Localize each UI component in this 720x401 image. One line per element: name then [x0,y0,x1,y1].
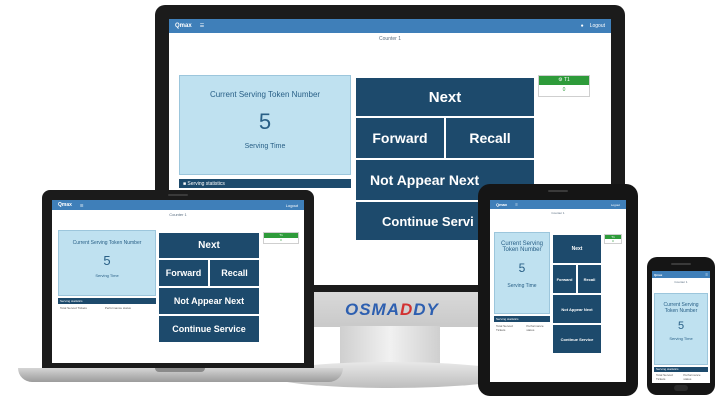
laptop-screen: Qmax ☰ Logout Counter 1 Current Serving … [52,200,304,363]
next-button[interactable]: Next [355,77,535,117]
brand-part2: D [400,300,414,319]
laptop-stats-col-served: Total Served Tickets [60,306,87,310]
laptop-stats-col-performance: Performance status [104,306,131,310]
phone-serving-time: Serving Time [669,336,693,341]
phone-counter-label: Counter 1 [674,280,688,284]
laptop-stats-columns: Total Served Tickets Performance status [58,305,156,311]
user-icon[interactable]: ● [581,23,584,29]
device-mockup-stage: Qmax ☰ ● Logout Counter 1 Current Servin… [0,0,720,401]
phone-stats-col-served: Total Served Tickets [656,373,673,381]
stats-title: Serving statistics [187,181,225,187]
recall-button[interactable]: Recall [445,117,535,159]
counter-indicator: ⚙ T1 0 [538,75,590,97]
token-card: Current Serving Token Number 5 Serving T… [179,75,351,175]
token-title: Current Serving Token Number [209,90,321,99]
tablet-app-bar: Qmax ☰ Logout [490,200,626,209]
laptop-next-button[interactable]: Next [158,232,260,259]
brand-logo: OSMADDY [345,300,438,320]
laptop-token-card: Current Serving Token Number 5 Serving T… [58,230,156,296]
laptop-app-bar: Qmax ☰ Logout [52,200,304,210]
tablet-token-card: Current Serving Token Number 5 Serving T… [494,232,550,314]
menu-icon[interactable]: ☰ [200,23,204,29]
laptop-app-logo: Qmax [58,202,72,208]
laptop-lid: Qmax ☰ Logout Counter 1 Current Serving … [42,190,314,370]
laptop-forward-button[interactable]: Forward [158,259,209,287]
logout-link[interactable]: Logout [590,23,605,29]
phone-home-button[interactable] [674,385,688,391]
tablet-token-title: Current Serving Token Number [500,241,544,253]
phone-device: Qmax ☰ Counter 1 Current Serving Token N… [647,257,715,395]
tablet-stats-bar: Serving statistics [494,316,550,322]
laptop-token-number: 5 [103,253,111,268]
tablet-menu-icon[interactable]: ☰ [515,203,518,207]
tablet-not-appear-button[interactable]: Not Appear Next [552,294,602,324]
tablet-camera [548,190,568,192]
laptop-logout-link[interactable]: Logout [286,203,298,208]
tablet-logout-link[interactable]: Logout [611,203,620,207]
laptop-notch [155,368,205,372]
phone-stats-columns: Total Served Tickets Performance status [654,373,708,381]
tablet-recall-button[interactable]: Recall [577,264,602,294]
laptop-counter-indicator: T1 0 [263,232,299,244]
tablet-app-logo: Qmax [496,202,508,207]
phone-token-card: Current Serving Token Number 5 Serving T… [654,293,708,365]
phone-speaker [671,263,691,265]
tablet-token-number: 5 [518,261,526,275]
laptop-indicator-value: 0 [280,238,282,242]
desktop-app-bar: Qmax ☰ ● Logout [169,19,611,33]
phone-menu-icon[interactable]: ☰ [705,273,708,277]
serving-stats-bar: ■ Serving statistics [179,179,351,188]
tablet-forward-button[interactable]: Forward [552,264,577,294]
tablet-indicator-value: 0 [612,239,614,243]
laptop-serving-time: Serving Time [95,273,119,278]
laptop-counter-label: Counter 1 [169,212,187,217]
phone-stats-bar: Serving statistics [654,367,708,372]
indicator-label: T1 [563,77,570,83]
tablet-counter-label: Counter 1 [551,211,565,215]
tablet-serving-time: Serving Time [507,283,537,289]
app-logo: Qmax [175,23,192,29]
laptop-token-title: Current Serving Token Number [72,240,142,246]
phone-app-logo: Qmax [654,272,663,277]
phone-stats-col-performance: Performance status [683,373,701,381]
tablet-counter-indicator: T1 0 [604,234,622,244]
laptop-recall-button[interactable]: Recall [209,259,260,287]
phone-stats-title: Serving statistics [656,367,679,371]
tablet-stats-col-served: Total Served Tickets [496,324,513,332]
tablet-continue-button[interactable]: Continue Service [552,324,602,354]
laptop-continue-button[interactable]: Continue Service [158,315,260,343]
laptop-stats-title: Serving statistics [60,299,83,303]
phone-screen: Qmax ☰ Counter 1 Current Serving Token N… [652,271,710,383]
laptop-menu-icon[interactable]: ☰ [80,203,84,208]
serving-time-label: Serving Time [244,143,286,150]
phone-token-number: 5 [677,320,685,332]
phone-token-title: Current Serving Token Number [663,302,699,314]
tablet-stats-columns: Total Served Tickets Performance status [494,323,550,333]
brand-part1: OSMA [345,300,400,319]
laptop-not-appear-button[interactable]: Not Appear Next [158,287,260,315]
phone-app-bar: Qmax ☰ [652,271,710,278]
laptop-indicator-label: T1 [279,233,283,237]
token-number: 5 [258,109,272,134]
brand-part3: DY [413,300,439,319]
tablet-device: Qmax ☰ Logout Counter 1 Current Serving … [478,184,638,396]
tablet-screen: Qmax ☰ Logout Counter 1 Current Serving … [490,200,626,382]
counter-label: Counter 1 [379,36,401,42]
laptop-camera [168,194,188,196]
settings-icon[interactable]: ⚙ [558,77,562,83]
tablet-stats-title: Serving statistics [496,317,519,321]
tablet-stats-col-performance: Performance status [526,324,544,332]
indicator-value: 0 [562,87,566,93]
laptop-stats-bar: Serving statistics [58,298,156,304]
tablet-next-button[interactable]: Next [552,234,602,264]
forward-button[interactable]: Forward [355,117,445,159]
indicator-header: ⚙ T1 [539,76,589,85]
